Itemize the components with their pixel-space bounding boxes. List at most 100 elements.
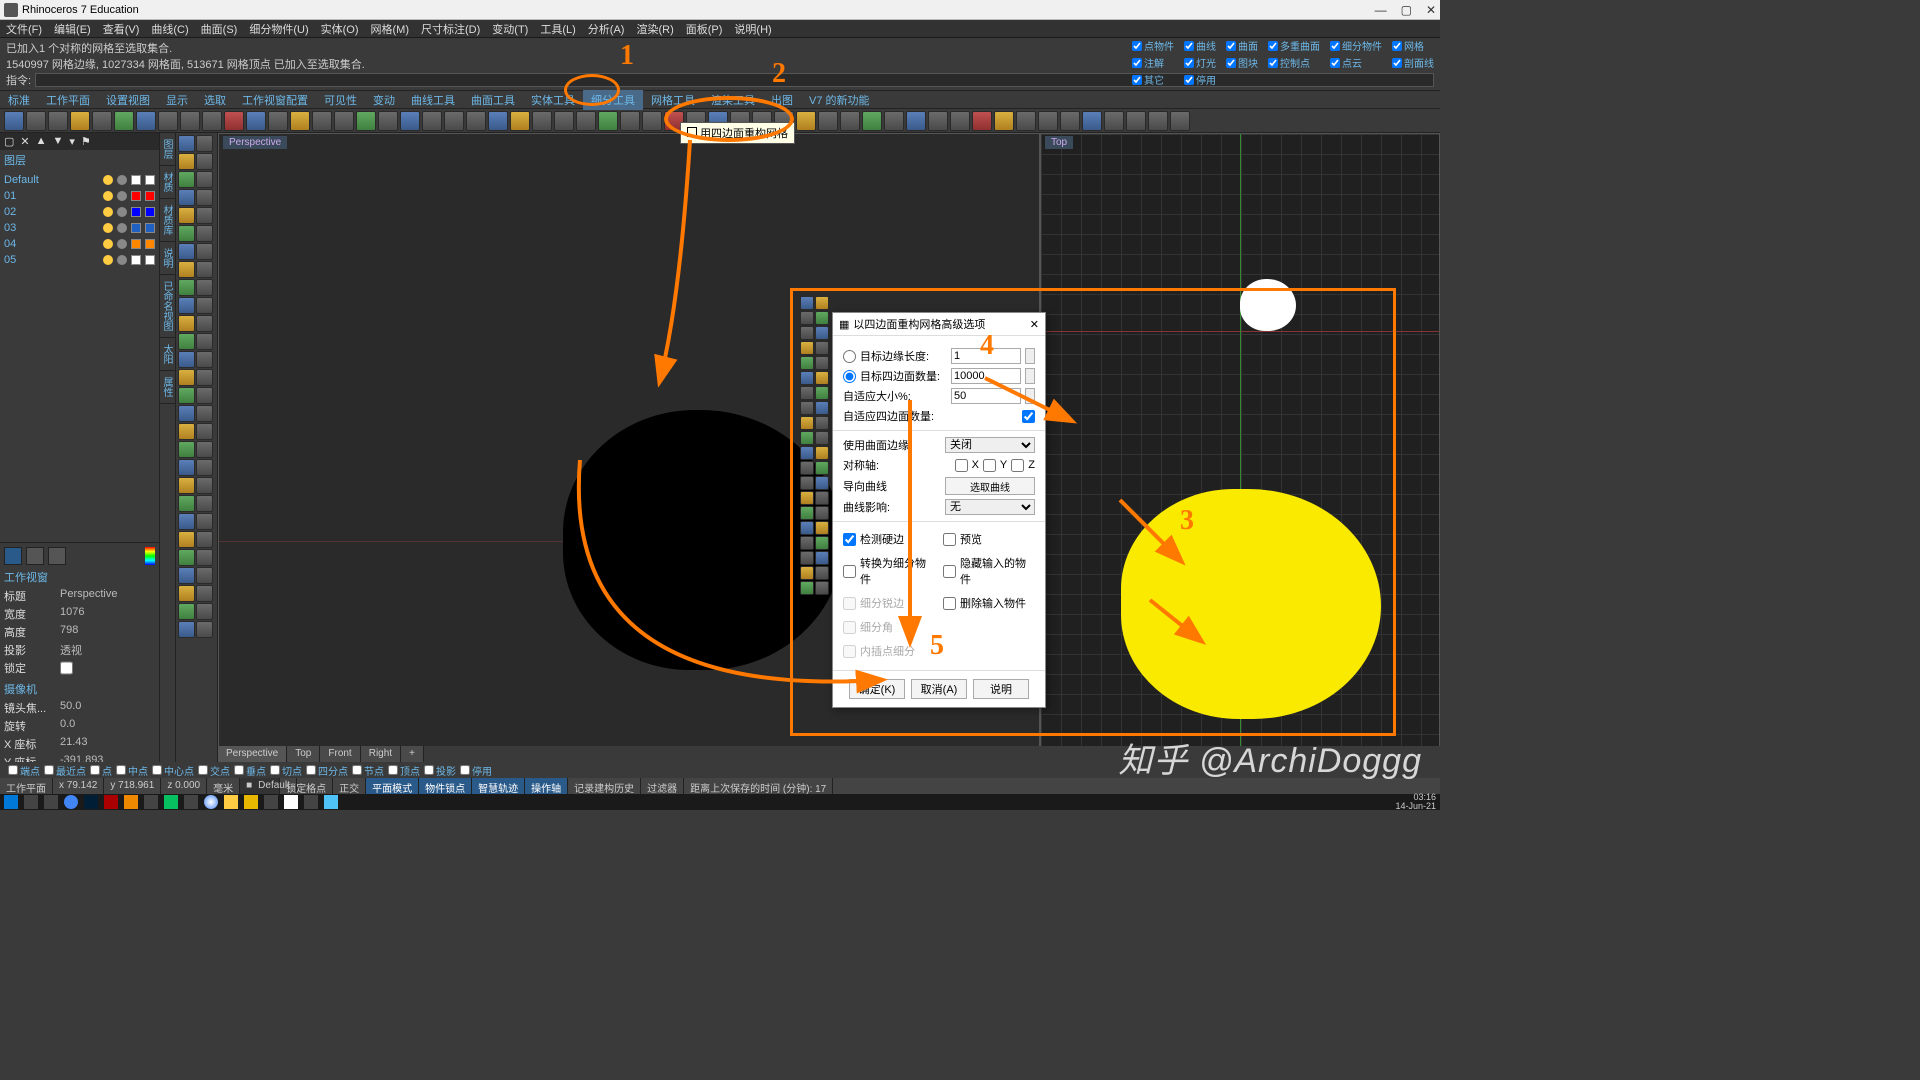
- side-tool-button[interactable]: [178, 567, 195, 584]
- subd-tool-button[interactable]: [800, 341, 814, 355]
- filter-option[interactable]: 网格: [1392, 38, 1434, 53]
- layer-row[interactable]: 01: [0, 188, 159, 204]
- filter-option[interactable]: 点云: [1330, 55, 1382, 70]
- side-tool-button[interactable]: [178, 261, 195, 278]
- curve-edge-select[interactable]: 关闭: [945, 437, 1035, 453]
- status-toggle[interactable]: 记录建构历史: [568, 778, 641, 794]
- status-toggle[interactable]: 平面模式: [366, 778, 419, 794]
- toolbar-tab[interactable]: 出图: [763, 90, 801, 110]
- side-tool-button[interactable]: [178, 387, 195, 404]
- filter-option[interactable]: 曲面: [1226, 38, 1258, 53]
- subd-tool-button[interactable]: [815, 551, 829, 565]
- toolbar-tab[interactable]: 网格工具: [643, 90, 703, 110]
- maximize-button[interactable]: ▢: [1401, 3, 1412, 17]
- explorer-icon[interactable]: [224, 795, 238, 809]
- osnap-option[interactable]: 垂点: [234, 762, 266, 778]
- toolbar-tab[interactable]: 设置视图: [98, 90, 158, 110]
- side-tool-button[interactable]: [178, 369, 195, 386]
- subd-tool-button[interactable]: [800, 446, 814, 460]
- menu-item[interactable]: 工具(L): [540, 21, 575, 37]
- side-tool-button[interactable]: [178, 279, 195, 296]
- status-toggle[interactable]: 智慧轨迹: [472, 778, 525, 794]
- side-tool-button[interactable]: [196, 315, 213, 332]
- menu-item[interactable]: 细分物件(U): [249, 21, 308, 37]
- delete-layer-icon[interactable]: ✕: [20, 135, 29, 148]
- side-tool-button[interactable]: [178, 189, 195, 206]
- start-button[interactable]: [4, 795, 18, 809]
- side-tool-button[interactable]: [196, 423, 213, 440]
- filter-option[interactable]: 图块: [1226, 55, 1258, 70]
- layer-row[interactable]: 02: [0, 204, 159, 220]
- side-tool-button[interactable]: [196, 261, 213, 278]
- side-tool-button[interactable]: [196, 549, 213, 566]
- layer-row[interactable]: 04: [0, 236, 159, 252]
- tool-button[interactable]: [4, 111, 24, 131]
- select-curves-button[interactable]: 选取曲线: [945, 477, 1035, 495]
- app-icon-3[interactable]: [184, 795, 198, 809]
- symm-y-checkbox[interactable]: [983, 459, 996, 472]
- side-tool-button[interactable]: [196, 171, 213, 188]
- tool-button[interactable]: [488, 111, 508, 131]
- side-tool-button[interactable]: [178, 405, 195, 422]
- cancel-button[interactable]: 取消(A): [911, 679, 967, 699]
- osnap-option[interactable]: 停用: [460, 762, 492, 778]
- subd-tool-button[interactable]: [815, 341, 829, 355]
- filter-option[interactable]: 曲线: [1184, 38, 1216, 53]
- filter-option[interactable]: 其它: [1132, 72, 1174, 87]
- side-tool-button[interactable]: [178, 459, 195, 476]
- subd-tool-button[interactable]: [815, 581, 829, 595]
- tool-button[interactable]: [620, 111, 640, 131]
- mesh-object-top[interactable]: [1240, 279, 1296, 331]
- subd-tool-button[interactable]: [800, 491, 814, 505]
- menu-item[interactable]: 实体(O): [321, 21, 359, 37]
- tool-button[interactable]: [290, 111, 310, 131]
- tool-button[interactable]: [510, 111, 530, 131]
- subd-tool-button[interactable]: [800, 401, 814, 415]
- edge-length-input[interactable]: [951, 348, 1021, 364]
- tool-button[interactable]: [1060, 111, 1080, 131]
- subd-tool-button[interactable]: [815, 491, 829, 505]
- tool-button[interactable]: [1038, 111, 1058, 131]
- tool-button[interactable]: [642, 111, 662, 131]
- tool-button[interactable]: [92, 111, 112, 131]
- side-tool-button[interactable]: [196, 243, 213, 260]
- side-tool-button[interactable]: [196, 189, 213, 206]
- menu-item[interactable]: 尺寸标注(D): [421, 21, 480, 37]
- app-icon-7[interactable]: [324, 795, 338, 809]
- side-tool-button[interactable]: [178, 243, 195, 260]
- panel-tab[interactable]: 已命名视图: [160, 275, 175, 338]
- subd-tool-button[interactable]: [800, 536, 814, 550]
- subd-tool-button[interactable]: [800, 431, 814, 445]
- side-tool-button[interactable]: [178, 513, 195, 530]
- side-tool-button[interactable]: [196, 585, 213, 602]
- toolbar-tab[interactable]: 细分工具: [583, 90, 643, 110]
- help-button[interactable]: 说明: [973, 679, 1029, 699]
- toolbar-tab[interactable]: 显示: [158, 90, 196, 110]
- tool-button[interactable]: [422, 111, 442, 131]
- tool-button[interactable]: [598, 111, 618, 131]
- osnap-option[interactable]: 最近点: [44, 762, 86, 778]
- adapt-quad-checkbox[interactable]: [1022, 410, 1035, 423]
- osnap-option[interactable]: 顶点: [388, 762, 420, 778]
- menu-item[interactable]: 查看(V): [103, 21, 140, 37]
- subd-tool-button[interactable]: [800, 476, 814, 490]
- tool-button[interactable]: [26, 111, 46, 131]
- side-tool-button[interactable]: [178, 207, 195, 224]
- subd-tool-button[interactable]: [800, 521, 814, 535]
- side-tool-button[interactable]: [196, 531, 213, 548]
- toolbar-tab[interactable]: 变动: [365, 90, 403, 110]
- filter-option[interactable]: 灯光: [1184, 55, 1216, 70]
- tool-button[interactable]: [796, 111, 816, 131]
- side-tool-button[interactable]: [178, 549, 195, 566]
- tool-button[interactable]: [1104, 111, 1124, 131]
- subd-tool-button[interactable]: [800, 311, 814, 325]
- tool-button[interactable]: [972, 111, 992, 131]
- chk-tosubd[interactable]: [843, 565, 856, 578]
- tool-button[interactable]: [378, 111, 398, 131]
- viewport-tab[interactable]: Top: [287, 746, 320, 762]
- subd-tool-button[interactable]: [815, 326, 829, 340]
- prop-x[interactable]: 21.43: [60, 736, 88, 752]
- side-tool-button[interactable]: [196, 225, 213, 242]
- subd-tool-button[interactable]: [815, 356, 829, 370]
- side-tool-button[interactable]: [196, 441, 213, 458]
